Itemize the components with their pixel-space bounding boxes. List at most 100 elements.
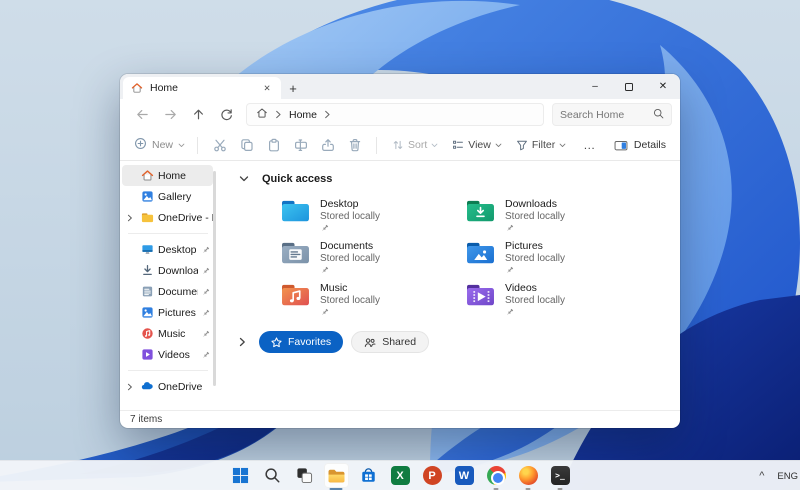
cut-button[interactable]	[206, 133, 233, 157]
file-explorer-window: Home ✕ + – ✕ Home Search Home New Sort V…	[120, 74, 680, 428]
quick-access-item-documents[interactable]: Documents Stored locally	[278, 238, 463, 277]
back-button[interactable]	[128, 103, 156, 127]
quick-access-item-videos[interactable]: Videos Stored locally	[463, 280, 648, 319]
chevron-right-icon[interactable]	[324, 106, 331, 124]
tab-close-button[interactable]: ✕	[260, 81, 274, 95]
new-tab-button[interactable]: +	[281, 77, 305, 99]
chrome-button[interactable]	[484, 463, 509, 488]
delete-button[interactable]	[341, 133, 368, 157]
details-button[interactable]: Details	[610, 139, 670, 152]
pin-icon	[506, 266, 565, 274]
shared-pill[interactable]: Shared	[351, 331, 430, 353]
search-icon[interactable]	[653, 106, 664, 124]
word-letter: W	[458, 469, 470, 482]
firefox-button[interactable]	[516, 463, 541, 488]
powerpoint-button[interactable]: P	[420, 463, 445, 488]
up-button[interactable]	[184, 103, 212, 127]
quick-access-grid: Desktop Stored locally Downloads Stored …	[278, 196, 680, 319]
share-button[interactable]	[314, 133, 341, 157]
refresh-button[interactable]	[212, 103, 240, 127]
chevron-right-icon[interactable]	[124, 383, 136, 391]
excel-icon: X	[390, 466, 410, 485]
address-bar[interactable]: Home	[246, 103, 544, 126]
favorites-pill[interactable]: Favorites	[259, 331, 344, 353]
word-button[interactable]: W	[452, 463, 477, 488]
chevron-right-icon[interactable]	[239, 337, 246, 347]
quick-access-item-desktop[interactable]: Desktop Stored locally	[278, 196, 463, 235]
items-count: 7 items	[130, 414, 163, 425]
breadcrumb-home-icon[interactable]	[256, 106, 268, 124]
item-subtitle: Stored locally	[320, 252, 381, 264]
new-button-label: New	[152, 139, 174, 151]
desktop: Home ✕ + – ✕ Home Search Home New Sort V…	[0, 0, 800, 490]
sidebar-item-documents[interactable]: Documents	[122, 281, 213, 302]
start-button[interactable]	[228, 463, 253, 488]
quick-access-item-downloads[interactable]: Downloads Stored locally	[463, 196, 648, 235]
more-options-button[interactable]: …	[573, 138, 606, 152]
sidebar-item-videos[interactable]: Videos	[122, 344, 213, 365]
sort-button[interactable]: Sort	[385, 139, 445, 151]
pin-icon	[202, 330, 210, 338]
download-arrow-icon	[140, 264, 154, 278]
sort-arrows-icon	[393, 140, 403, 150]
file-explorer-icon	[328, 469, 344, 483]
sidebar-item-desktop[interactable]: Desktop	[122, 239, 213, 260]
tab-home[interactable]: Home ✕	[123, 77, 281, 99]
search-icon	[264, 468, 279, 483]
chevron-down-icon[interactable]	[239, 174, 249, 184]
forward-button[interactable]	[156, 103, 184, 127]
quick-access-item-pictures[interactable]: Pictures Stored locally	[463, 238, 648, 277]
pin-icon	[321, 266, 380, 274]
item-subtitle: Stored locally	[505, 210, 566, 222]
breadcrumb-item[interactable]: Home	[289, 109, 317, 121]
view-button[interactable]: View	[445, 139, 509, 151]
taskbar-file-explorer-button[interactable]	[323, 463, 349, 488]
item-name: Desktop	[320, 198, 359, 210]
close-button[interactable]: ✕	[646, 74, 680, 99]
task-view-button[interactable]	[292, 463, 317, 488]
quick-access-header[interactable]: Quick access	[216, 169, 680, 189]
taskbar-search-button[interactable]	[260, 463, 285, 488]
copy-button[interactable]	[233, 133, 260, 157]
powerpoint-icon: P	[422, 466, 442, 485]
maximize-button[interactable]	[612, 74, 646, 99]
sidebar-item-gallery[interactable]: Gallery	[122, 186, 213, 207]
item-subtitle: Stored locally	[505, 294, 566, 306]
maximize-icon	[625, 82, 633, 91]
window-controls: – ✕	[578, 74, 680, 99]
status-bar: 7 items	[120, 410, 680, 428]
word-icon: W	[454, 466, 474, 485]
sidebar-item-onedrive-personal[interactable]: OneDrive - Personal	[122, 207, 213, 228]
sidebar-label: Home	[158, 169, 187, 182]
sidebar-item-pictures[interactable]: Pictures	[122, 302, 213, 323]
pin-icon	[202, 351, 210, 359]
search-input[interactable]	[560, 108, 649, 121]
filter-button[interactable]: Filter	[509, 139, 573, 151]
paste-button[interactable]	[260, 133, 287, 157]
sidebar-item-home[interactable]: Home	[122, 165, 213, 186]
microsoft-store-button[interactable]	[356, 463, 381, 488]
new-button[interactable]: New	[130, 137, 189, 153]
hidden-icons-chevron[interactable]: ^	[759, 470, 764, 482]
chevron-right-icon[interactable]	[124, 214, 136, 222]
search-box[interactable]	[552, 103, 672, 126]
videos-folder-icon	[467, 284, 494, 306]
sidebar-separator	[128, 370, 208, 371]
documents-folder-icon	[282, 242, 309, 264]
pictures-icon	[140, 306, 154, 320]
toolbar-separator	[376, 136, 378, 154]
microsoft-store-icon	[361, 468, 375, 482]
pin-icon	[202, 288, 210, 296]
terminal-button[interactable]: >_	[548, 463, 573, 488]
minimize-button[interactable]: –	[578, 74, 612, 99]
content-pane: Quick access Desktop Stored locally Down…	[216, 161, 680, 410]
rename-button[interactable]	[287, 133, 314, 157]
sidebar-item-downloads[interactable]: Downloads	[122, 260, 213, 281]
language-indicator[interactable]: ENG	[777, 471, 798, 482]
sidebar-item-onedrive[interactable]: OneDrive	[122, 376, 213, 397]
excel-button[interactable]: X	[388, 463, 413, 488]
onedrive-folder-icon	[140, 211, 154, 225]
quick-access-item-music[interactable]: Music Stored locally	[278, 280, 463, 319]
pin-icon	[506, 224, 565, 232]
sidebar-item-music[interactable]: Music	[122, 323, 213, 344]
